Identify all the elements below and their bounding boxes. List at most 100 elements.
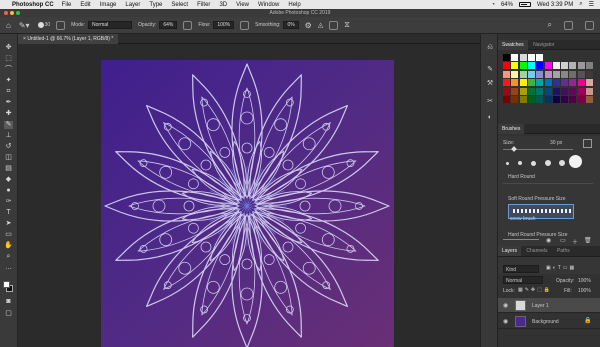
edit-toolbar-icon[interactable]: … [4, 264, 13, 272]
healing-brush-tool-icon[interactable]: ✚ [4, 110, 13, 118]
adjustments-panel-icon[interactable]: ◐ [486, 114, 494, 122]
swatch[interactable] [536, 62, 544, 70]
swatch[interactable] [569, 79, 577, 87]
swatch[interactable] [552, 62, 560, 70]
lasso-tool-icon[interactable]: ⌒ [4, 66, 13, 74]
pen-tool-icon[interactable]: ✑ [4, 198, 13, 206]
menu-image[interactable]: Image [100, 2, 117, 8]
layer-row-background[interactable]: ◉ Background 🔒 [498, 314, 600, 329]
swatch[interactable] [561, 62, 569, 70]
app-menu[interactable]: Photoshop CC [12, 2, 54, 8]
brush-stroke-slider[interactable] [503, 239, 539, 240]
brush-tool-icon[interactable]: ✎ [4, 121, 13, 129]
path-select-tool-icon[interactable]: ➤ [4, 220, 13, 228]
swatch[interactable] [519, 79, 527, 87]
layer-filter-select[interactable]: Kind [503, 265, 539, 273]
swatch[interactable] [503, 87, 510, 95]
brush-panel-menu-icon[interactable] [583, 139, 592, 148]
angle-icon[interactable]: ◬ [318, 21, 323, 29]
control-center-icon[interactable]: ☰ [589, 1, 594, 8]
swatch[interactable] [577, 62, 585, 70]
swatch[interactable] [511, 87, 519, 95]
menu-file[interactable]: File [62, 2, 72, 8]
clone-stamp-tool-icon[interactable]: ⊥ [4, 132, 13, 140]
history-brush-tool-icon[interactable]: ↺ [4, 143, 13, 151]
swatch[interactable] [552, 96, 560, 103]
swatch[interactable] [536, 54, 544, 61]
swatch[interactable] [544, 96, 552, 103]
brush-name-snow-brush[interactable]: snow brush [510, 216, 536, 222]
swatch[interactable] [519, 62, 527, 70]
tab-navigator[interactable]: Navigator [529, 40, 558, 50]
swatch[interactable] [561, 87, 569, 95]
move-tool-icon[interactable]: ✥ [4, 44, 13, 52]
delete-brush-icon[interactable]: 🗑 [584, 237, 592, 244]
shape-tool-icon[interactable]: ▭ [4, 231, 13, 239]
document-tab[interactable]: × Untitled-1 @ 66.7% (Layer 1, RGB/8) * [18, 34, 119, 44]
swatch[interactable] [569, 96, 577, 103]
eraser-tool-icon[interactable]: ◫ [4, 154, 13, 162]
swatch[interactable] [527, 96, 535, 103]
brush-name-hard-round[interactable]: Hard Round [508, 174, 535, 180]
swatch[interactable] [527, 79, 535, 87]
swatch[interactable] [561, 96, 569, 103]
new-brush-icon[interactable]: ＋ [572, 237, 578, 246]
swatch[interactable] [586, 70, 593, 78]
swatch[interactable] [519, 87, 527, 95]
brush-tip-2[interactable] [518, 161, 522, 165]
swatch[interactable] [536, 79, 544, 87]
layer-visibility-eye-icon[interactable]: ◉ [503, 318, 508, 325]
minimize-window-button[interactable] [10, 11, 14, 15]
swatch[interactable] [527, 70, 535, 78]
swatch[interactable] [519, 54, 527, 61]
swatch[interactable] [552, 70, 560, 78]
brush-name-hard-round-pressure[interactable]: Hard Round Pressure Size [508, 232, 567, 238]
swatch[interactable] [586, 79, 593, 87]
brush-tip-5[interactable] [559, 160, 565, 166]
swatch[interactable] [586, 96, 593, 103]
quick-select-tool-icon[interactable]: ✦ [4, 77, 13, 85]
swatch[interactable] [527, 87, 535, 95]
menu-3d[interactable]: 3D [219, 2, 227, 8]
brush-tip-6[interactable] [569, 155, 582, 168]
swatch[interactable] [569, 70, 577, 78]
swatch[interactable] [561, 79, 569, 87]
swatch[interactable] [552, 79, 560, 87]
clock[interactable]: Wed 3:39 PM [537, 2, 573, 8]
hand-tool-icon[interactable]: ✋ [4, 242, 13, 250]
tab-channels[interactable]: Channels [522, 246, 551, 256]
brush-size-value[interactable]: 30 px [550, 140, 562, 146]
swatch[interactable] [569, 87, 577, 95]
wifi-icon[interactable]: ◔ [491, 2, 495, 8]
type-tool-icon[interactable]: T [4, 209, 13, 217]
flow-field[interactable]: 100% [213, 21, 235, 29]
close-window-button[interactable] [4, 11, 8, 15]
menu-filter[interactable]: Filter [197, 2, 210, 8]
tab-layers[interactable]: Layers [498, 246, 522, 256]
eyedropper-tool-icon[interactable]: ✒ [4, 99, 13, 107]
mode-select[interactable]: Normal [88, 21, 133, 29]
artwork-canvas[interactable] [101, 60, 394, 347]
swatch[interactable] [536, 70, 544, 78]
swatch[interactable] [527, 62, 535, 70]
swatch[interactable] [503, 79, 510, 87]
menu-layer[interactable]: Layer [125, 2, 140, 8]
swatch[interactable] [511, 79, 519, 87]
swatch[interactable] [544, 62, 552, 70]
swatch[interactable] [577, 70, 585, 78]
smoothing-field[interactable]: 0% [283, 21, 299, 29]
swatch[interactable] [544, 70, 552, 78]
color-swatches-icon[interactable] [3, 281, 13, 292]
opacity-field[interactable]: 64% [159, 21, 178, 29]
blend-mode-select[interactable]: Normal [503, 276, 543, 284]
layer-row-layer-1[interactable]: ◉ Layer 1 [498, 298, 600, 313]
crop-tool-icon[interactable]: ⌗ [4, 88, 13, 96]
brush-size-slider-handle[interactable] [511, 146, 517, 152]
layer-visibility-eye-icon[interactable]: ◉ [503, 302, 508, 309]
screen-mode-icon[interactable]: ▢ [4, 310, 13, 318]
swatch[interactable] [511, 54, 519, 61]
home-icon[interactable]: ⌂ [6, 21, 11, 30]
swatch[interactable] [519, 96, 527, 103]
gradient-tool-icon[interactable]: ▤ [4, 165, 13, 173]
swatch[interactable] [569, 62, 577, 70]
